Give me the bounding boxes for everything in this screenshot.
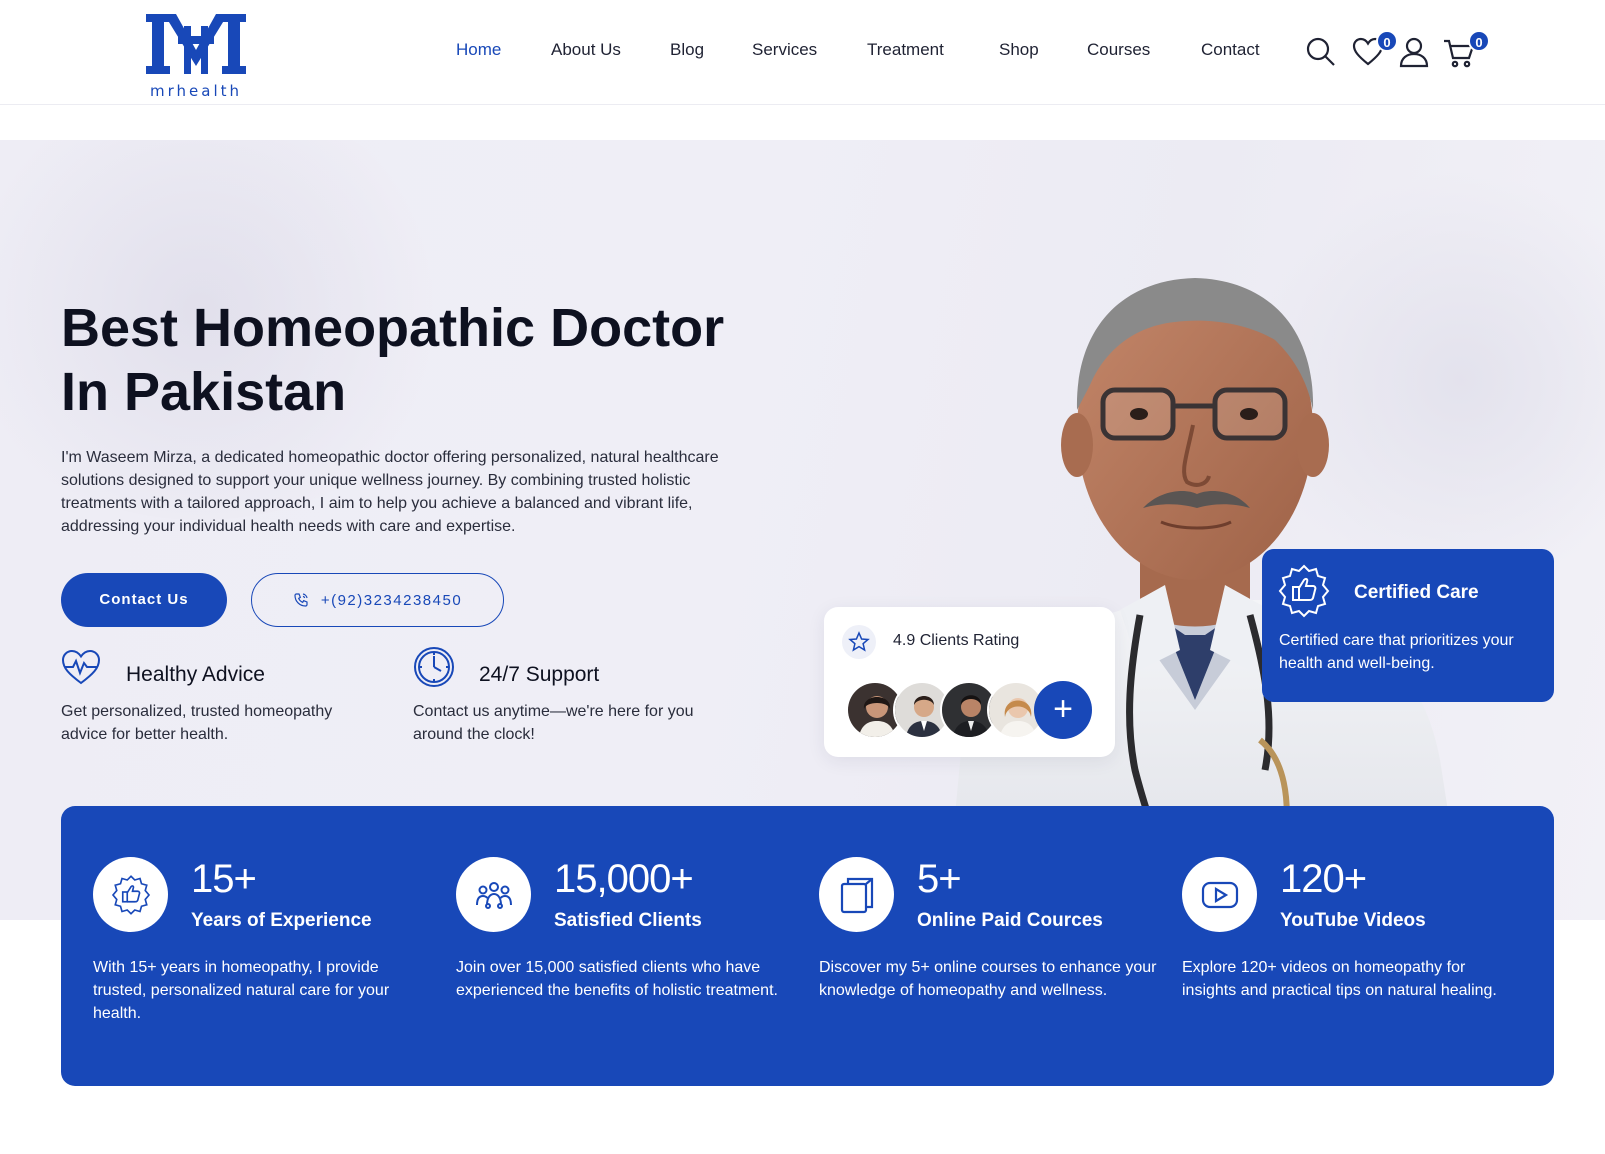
stat-icon-circle <box>1182 857 1257 932</box>
youtube-icon <box>1201 881 1239 909</box>
stat-text: With 15+ years in homeopathy, I provide … <box>93 959 390 1022</box>
nav-home[interactable]: Home <box>456 40 501 60</box>
hero-title: Best Homeopathic Doctor In Pakistan <box>61 296 781 424</box>
search-icon[interactable] <box>1305 36 1337 73</box>
clock-icon <box>414 647 454 687</box>
stat-courses: 5+ Online Paid Cources Discover my 5+ on… <box>787 806 1157 1086</box>
hero-description: I'm Waseem Mirza, a dedicated homeopathi… <box>61 449 719 535</box>
cart-count-badge: 0 <box>1468 30 1490 52</box>
phone-number: +(92)3234238450 <box>320 591 463 609</box>
nav-blog[interactable]: Blog <box>670 40 704 60</box>
stat-label: Satisfied Clients <box>554 910 702 931</box>
clients-rating-text: 4.9 Clients Rating <box>893 632 1020 649</box>
stat-number: 15,000+ <box>554 857 694 901</box>
logo-wordmark: mrhealth <box>150 82 242 100</box>
stat-label: Online Paid Cources <box>917 910 1103 931</box>
stat-text: Discover my 5+ online courses to enhance… <box>819 959 1157 999</box>
more-clients-button[interactable]: + <box>1034 681 1092 739</box>
site-header: mrhealth Home About Us Blog Services Tre… <box>0 0 1605 105</box>
hero-section: Best Homeopathic Doctor In Pakistan I'm … <box>0 140 1605 920</box>
star-icon <box>848 631 870 652</box>
certified-badge-icon <box>1278 564 1330 618</box>
feature-text: Get personalized, trusted homeopathy adv… <box>61 703 333 743</box>
stat-experience: 15+ Years of Experience With 15+ years i… <box>61 806 401 1086</box>
stats-panel: 15+ Years of Experience With 15+ years i… <box>61 806 1554 1086</box>
feature-text: Contact us anytime—we're here for you ar… <box>413 703 694 743</box>
nav-contact[interactable]: Contact <box>1201 40 1260 60</box>
hero-title-line1: Best Homeopathic Doctor <box>61 298 725 358</box>
feature-title: Healthy Advice <box>126 663 265 686</box>
stat-label: YouTube Videos <box>1280 910 1426 931</box>
nav-courses[interactable]: Courses <box>1087 40 1150 60</box>
stat-number: 5+ <box>917 857 962 901</box>
stat-clients: 15,000+ Satisfied Clients Join over 15,0… <box>424 806 778 1086</box>
stat-number: 120+ <box>1280 857 1367 901</box>
stat-number: 15+ <box>191 857 257 901</box>
stat-text: Explore 120+ videos on homeopathy for in… <box>1182 959 1497 999</box>
wishlist-count-badge: 0 <box>1376 30 1398 52</box>
feature-title: 24/7 Support <box>479 663 600 686</box>
nav-services[interactable]: Services <box>752 40 817 60</box>
certified-care-text: Certified care that prioritizes your hea… <box>1279 632 1514 672</box>
stat-icon-circle <box>819 857 894 932</box>
logo-monogram-icon <box>146 14 246 74</box>
heartbeat-icon <box>61 649 101 685</box>
phone-button[interactable]: +(92)3234238450 <box>251 573 504 627</box>
nav-shop[interactable]: Shop <box>999 40 1039 60</box>
hero-title-line2: In Pakistan <box>61 362 347 422</box>
feature-healthy-advice: Healthy Advice Get personalized, trusted… <box>61 649 401 759</box>
certified-care-title: Certified Care <box>1354 582 1479 603</box>
user-icon[interactable] <box>1398 36 1430 73</box>
stat-label: Years of Experience <box>191 910 372 931</box>
mrhealth-logo[interactable]: mrhealth <box>138 6 254 100</box>
stat-icon-circle <box>93 857 168 932</box>
stat-icon-circle <box>456 857 531 932</box>
certified-care-card: Certified Care Certified care that prior… <box>1262 549 1554 702</box>
clients-icon <box>476 882 512 909</box>
rating-star-badge <box>842 625 876 659</box>
feature-support: 24/7 Support Contact us anytime—we're he… <box>413 646 753 756</box>
clients-rating-card: 4.9 Clients Rating + <box>824 607 1115 757</box>
nav-about-us[interactable]: About Us <box>551 40 621 60</box>
stat-videos: 120+ YouTube Videos Explore 120+ videos … <box>1150 806 1497 1086</box>
contact-us-button[interactable]: Contact Us <box>61 573 227 627</box>
stat-text: Join over 15,000 satisfied clients who h… <box>456 959 778 999</box>
certified-badge-icon <box>111 875 151 915</box>
nav-treatment[interactable]: Treatment <box>867 40 944 60</box>
book-icon <box>840 877 874 914</box>
phone-icon <box>294 593 308 607</box>
